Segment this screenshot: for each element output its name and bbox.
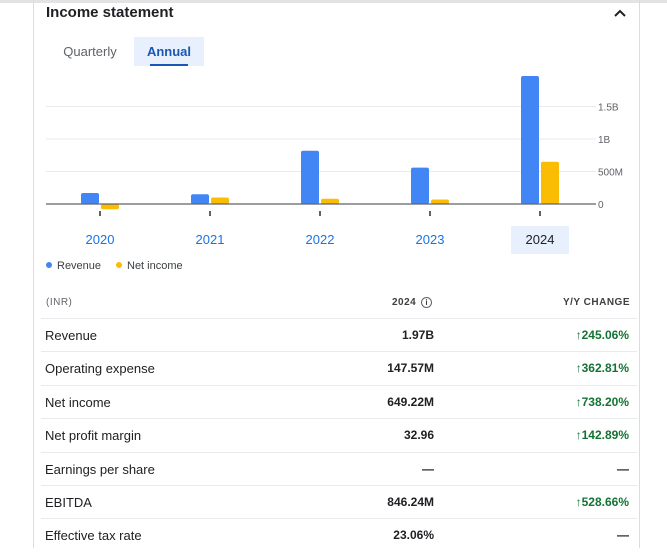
row-label: Effective tax rate	[45, 528, 142, 544]
legend-net-income-dot	[116, 262, 122, 269]
row-value: 846.24M	[387, 495, 434, 509]
row-change: ↑245.06%	[575, 328, 629, 342]
revenue-bar-2024[interactable]	[521, 75, 539, 204]
currency-header: (INR)	[46, 297, 73, 308]
row-value: 1.97B	[401, 328, 434, 342]
table-row: Revenue 1.97B ↑245.06%	[41, 318, 637, 352]
year-label-2023[interactable]: 2023	[401, 226, 459, 254]
row-change: ↑142.89%	[575, 428, 629, 443]
y-tick-label: 0	[598, 200, 604, 211]
row-value: 147.57M	[387, 361, 434, 376]
legend-revenue: Revenue	[46, 260, 101, 272]
legend-revenue-label: Revenue	[57, 260, 102, 272]
row-label: EBITDA	[45, 495, 92, 510]
row-label: Earnings per share	[45, 461, 155, 477]
table-row: EBITDA 846.24M ↑528.66%	[41, 485, 637, 519]
year-label-2021[interactable]: 2021	[181, 226, 239, 254]
net-income-bar-2022[interactable]	[321, 198, 339, 204]
row-change: ↑738.20%	[575, 394, 629, 409]
table-row: Operating expense 147.57M ↑362.81%	[41, 351, 637, 385]
change-header: Y/Y CHANGE	[562, 297, 630, 308]
net-income-bar-2023[interactable]	[431, 199, 449, 204]
net-income-bar-2021[interactable]	[211, 197, 229, 205]
net-income-bar-2020[interactable]	[101, 204, 119, 210]
legend-revenue-dot	[46, 262, 52, 269]
table-row: Net income 649.22M ↑738.20%	[41, 384, 637, 419]
revenue-bar-2021[interactable]	[191, 194, 209, 204]
row-value: 32.96	[403, 428, 434, 443]
row-change: ↑528.66%	[575, 495, 629, 509]
table-row: Effective tax rate 23.06% —	[41, 518, 637, 552]
revenue-bar-2022[interactable]	[301, 150, 319, 204]
row-value: 23.06%	[393, 528, 434, 543]
row-change: —	[617, 461, 629, 476]
y-tick-label: 1.5B	[598, 103, 619, 114]
y-tick-label: 500M	[598, 168, 623, 179]
row-label: Revenue	[45, 328, 98, 343]
row-change: —	[617, 528, 629, 543]
table-row: Earnings per share — —	[41, 451, 637, 486]
row-label: Net profit margin	[45, 428, 142, 444]
revenue-bar-2023[interactable]	[411, 167, 429, 204]
year-label-2022[interactable]: 2022	[291, 226, 349, 254]
year-header-label: 2024	[392, 297, 417, 309]
row-label: Operating expense	[45, 361, 155, 377]
year-header[interactable]: 2024 i	[392, 297, 433, 309]
table-row: Net profit margin 32.96 ↑142.89%	[41, 418, 637, 452]
legend-net-income-label: Net income	[127, 260, 183, 272]
row-change: ↑362.81%	[575, 361, 629, 376]
year-label-2024[interactable]: 2024	[511, 226, 569, 254]
row-value: 649.22M	[387, 394, 434, 409]
info-icon[interactable]: i	[421, 297, 433, 308]
year-label-2020[interactable]: 2020	[71, 226, 129, 254]
legend-net-income: Net income	[116, 260, 183, 272]
revenue-bar-2020[interactable]	[81, 192, 99, 204]
revenue-chart: 0 500M 1B 1.5B	[46, 75, 623, 216]
y-tick-label: 1B	[598, 135, 611, 146]
row-label: Net income	[45, 394, 111, 410]
row-value: —	[422, 461, 434, 476]
net-income-bar-2024[interactable]	[541, 161, 559, 204]
